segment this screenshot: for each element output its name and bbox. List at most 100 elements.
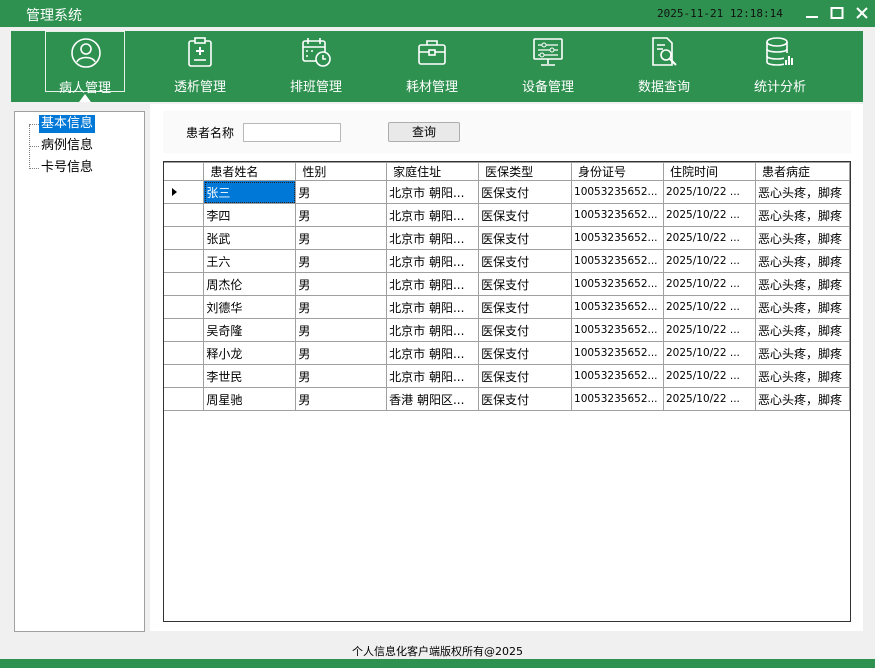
- tree-item-basic-info[interactable]: 基本信息: [29, 115, 96, 133]
- table-cell[interactable]: 恶心头疼，脚疼: [754, 249, 850, 273]
- table-cell[interactable]: 张三: [203, 180, 297, 204]
- toolbar-dialysis-management[interactable]: 透析管理: [160, 31, 240, 95]
- table-cell[interactable]: 释小龙: [203, 341, 297, 365]
- table-cell[interactable]: 恶心头疼，脚疼: [754, 226, 850, 250]
- table-row[interactable]: 李世民男北京市 朝阳... 医保支付 10053235652... 2025/10/2…: [164, 364, 850, 388]
- table-cell[interactable]: 男: [295, 272, 388, 296]
- table-cell[interactable]: 男: [295, 318, 388, 342]
- tree-item-card-info[interactable]: 卡号信息: [29, 159, 95, 177]
- table-cell[interactable]: 10053235652...: [571, 226, 664, 250]
- table-cell[interactable]: 李世民: [203, 364, 297, 388]
- table-cell[interactable]: 恶心头疼，脚疼: [754, 364, 850, 388]
- row-header[interactable]: [164, 272, 205, 296]
- table-cell[interactable]: 恶心头疼，脚疼: [754, 180, 850, 204]
- table-cell[interactable]: 北京市 朝阳...: [386, 341, 480, 365]
- table-cell[interactable]: 2025/10/22 ...: [663, 272, 756, 296]
- table-cell[interactable]: 男: [295, 226, 388, 250]
- table-cell[interactable]: 恶心头疼，脚疼: [754, 387, 850, 411]
- table-cell[interactable]: 恶心头疼，脚疼: [754, 341, 850, 365]
- table-cell[interactable]: 王六: [203, 249, 297, 273]
- table-cell[interactable]: 北京市 朝阳...: [386, 226, 480, 250]
- table-cell[interactable]: 2025/10/22 ...: [663, 180, 756, 204]
- toolbar-equipment-management[interactable]: 设备管理: [508, 31, 588, 95]
- column-header[interactable]: 性别: [295, 162, 388, 181]
- table-cell[interactable]: 吴奇隆: [203, 318, 297, 342]
- row-header[interactable]: [164, 318, 205, 342]
- table-cell[interactable]: 医保支付: [478, 341, 573, 365]
- column-header[interactable]: 患者病症: [754, 162, 850, 181]
- column-header[interactable]: 身份证号: [571, 162, 664, 181]
- table-cell[interactable]: 医保支付: [478, 249, 573, 273]
- table-cell[interactable]: 男: [295, 180, 388, 204]
- table-cell[interactable]: 医保支付: [478, 226, 573, 250]
- table-cell[interactable]: 2025/10/22 ...: [663, 203, 756, 227]
- table-cell[interactable]: 医保支付: [478, 364, 573, 388]
- table-cell[interactable]: 10053235652...: [571, 249, 664, 273]
- row-header[interactable]: [164, 226, 205, 250]
- row-header[interactable]: [164, 364, 205, 388]
- table-cell[interactable]: 男: [295, 249, 388, 273]
- table-row[interactable]: 周星驰男香港 朝阳区... 医保支付 10053235652... 2025/10/2…: [164, 387, 850, 411]
- table-cell[interactable]: 10053235652...: [571, 272, 664, 296]
- patient-name-input[interactable]: [243, 123, 341, 142]
- table-cell[interactable]: 10053235652...: [571, 180, 664, 204]
- table-row[interactable]: 周杰伦男北京市 朝阳... 医保支付 10053235652... 2025/10/2…: [164, 272, 850, 296]
- table-cell[interactable]: 医保支付: [478, 387, 573, 411]
- table-cell[interactable]: 10053235652...: [571, 364, 664, 388]
- table-cell[interactable]: 10053235652...: [571, 387, 664, 411]
- toolbar-data-query[interactable]: 数据查询: [624, 31, 704, 95]
- table-cell[interactable]: 医保支付: [478, 180, 573, 204]
- table-cell[interactable]: 北京市 朝阳...: [386, 318, 480, 342]
- row-header[interactable]: [164, 203, 205, 227]
- table-cell[interactable]: 李四: [203, 203, 297, 227]
- table-cell[interactable]: 2025/10/22 ...: [663, 295, 756, 319]
- table-cell[interactable]: 2025/10/22 ...: [663, 226, 756, 250]
- table-cell[interactable]: 男: [295, 295, 388, 319]
- table-cell[interactable]: 2025/10/22 ...: [663, 318, 756, 342]
- table-cell[interactable]: 医保支付: [478, 272, 573, 296]
- minimize-button[interactable]: [803, 4, 821, 22]
- maximize-button[interactable]: [828, 4, 846, 22]
- close-button[interactable]: [853, 4, 871, 22]
- table-cell[interactable]: 2025/10/22 ...: [663, 341, 756, 365]
- table-cell[interactable]: 男: [295, 341, 388, 365]
- column-header[interactable]: 家庭住址: [386, 162, 480, 181]
- table-cell[interactable]: 恶心头疼，脚疼: [754, 318, 850, 342]
- row-header[interactable]: [164, 387, 205, 411]
- table-row[interactable]: 吴奇隆男北京市 朝阳... 医保支付 10053235652... 2025/10/2…: [164, 318, 850, 342]
- table-cell[interactable]: 医保支付: [478, 318, 573, 342]
- table-cell[interactable]: 北京市 朝阳...: [386, 180, 480, 204]
- patient-table[interactable]: 患者姓名 性别 家庭住址 医保类型 身份证号 住院时间 患者病症 张三男北京市 …: [163, 161, 851, 622]
- table-cell[interactable]: 2025/10/22 ...: [663, 364, 756, 388]
- row-header[interactable]: [164, 180, 205, 204]
- table-cell[interactable]: 恶心头疼，脚疼: [754, 272, 850, 296]
- table-cell[interactable]: 北京市 朝阳...: [386, 203, 480, 227]
- table-cell[interactable]: 医保支付: [478, 203, 573, 227]
- table-cell[interactable]: 北京市 朝阳...: [386, 364, 480, 388]
- table-row[interactable]: 张武男北京市 朝阳... 医保支付 10053235652... 2025/10/22…: [164, 226, 850, 250]
- table-cell[interactable]: 医保支付: [478, 295, 573, 319]
- table-row[interactable]: 刘德华男北京市 朝阳... 医保支付 10053235652... 2025/10/2…: [164, 295, 850, 319]
- table-cell[interactable]: 刘德华: [203, 295, 297, 319]
- table-cell[interactable]: 恶心头疼，脚疼: [754, 295, 850, 319]
- table-cell[interactable]: 北京市 朝阳...: [386, 272, 480, 296]
- table-cell[interactable]: 香港 朝阳区...: [386, 387, 480, 411]
- table-cell[interactable]: 男: [295, 387, 388, 411]
- tree-item-case-info[interactable]: 病例信息: [29, 137, 95, 155]
- column-header[interactable]: 患者姓名: [203, 162, 297, 181]
- toolbar-statistics-analysis[interactable]: 统计分析: [740, 31, 820, 95]
- table-row[interactable]: 释小龙男北京市 朝阳... 医保支付 10053235652... 2025/10/2…: [164, 341, 850, 365]
- table-cell[interactable]: 周杰伦: [203, 272, 297, 296]
- row-header[interactable]: [164, 341, 205, 365]
- table-row[interactable]: 李四男北京市 朝阳... 医保支付 10053235652... 2025/10/22…: [164, 203, 850, 227]
- table-cell[interactable]: 周星驰: [203, 387, 297, 411]
- table-row[interactable]: 王六男北京市 朝阳... 医保支付 10053235652... 2025/10/22…: [164, 249, 850, 273]
- column-header[interactable]: 医保类型: [478, 162, 573, 181]
- toolbar-patient-management[interactable]: 病人管理: [45, 31, 125, 96]
- table-cell[interactable]: 2025/10/22 ...: [663, 387, 756, 411]
- table-cell[interactable]: 男: [295, 203, 388, 227]
- table-cell[interactable]: 北京市 朝阳...: [386, 249, 480, 273]
- table-cell[interactable]: 10053235652...: [571, 341, 664, 365]
- table-cell[interactable]: 恶心头疼，脚疼: [754, 203, 850, 227]
- table-cell[interactable]: 10053235652...: [571, 203, 664, 227]
